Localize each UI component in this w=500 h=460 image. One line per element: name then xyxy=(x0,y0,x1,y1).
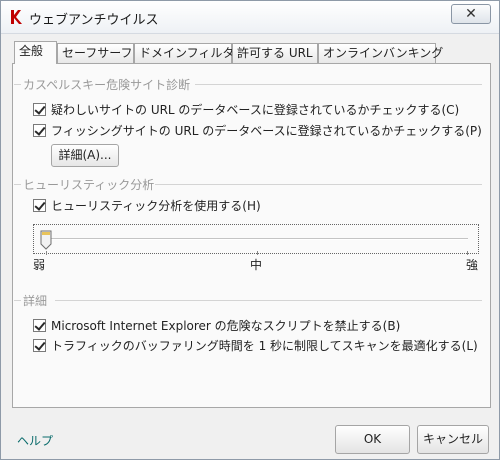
checkbox-label: Microsoft Internet Explorer の危険なスクリプトを禁止… xyxy=(51,318,401,333)
help-link[interactable]: ヘルプ xyxy=(17,432,53,449)
slider-label-low: 弱 xyxy=(33,258,46,272)
window-title: ウェブアンチウイルス xyxy=(29,13,159,28)
slider-tick xyxy=(467,251,468,255)
checkbox-checked[interactable] xyxy=(33,338,46,352)
checkbox-limit-buffering[interactable]: トラフィックのバッファリング時間を 1 秒に制限してスキャンを最適化する(L) xyxy=(33,337,478,353)
slider-thumb[interactable] xyxy=(40,230,52,250)
section-title-advanced: 詳細 xyxy=(23,294,48,308)
slider-label-medium: 中 xyxy=(250,258,263,272)
section-divider xyxy=(14,184,21,185)
checkbox-label: 疑わしいサイトの URL のデータベースに登録されているかチェックする(C) xyxy=(51,102,460,117)
checkbox-label: ヒューリスティック分析を使用する(H) xyxy=(51,198,261,213)
close-button[interactable]: ✕ xyxy=(451,4,491,24)
tab-domain-filter[interactable]: ドメインフィルター xyxy=(134,43,246,63)
kaspersky-logo-icon xyxy=(11,10,22,24)
tab-allowed-url[interactable]: 許可する URL xyxy=(232,43,318,63)
slider-track xyxy=(46,238,468,240)
section-divider xyxy=(14,300,21,301)
checkbox-suspicious-urls[interactable]: 疑わしいサイトの URL のデータベースに登録されているかチェックする(C) xyxy=(33,101,459,117)
slider-tick xyxy=(257,251,258,255)
checkbox-checked[interactable] xyxy=(33,102,46,116)
details-button[interactable]: 詳細(A)... xyxy=(51,144,119,167)
checkbox-phishing-urls[interactable]: フィッシングサイトの URL のデータベースに登録されているかチェックする(P) xyxy=(33,122,482,138)
checkbox-heuristic[interactable]: ヒューリスティック分析を使用する(H) xyxy=(33,197,261,213)
checkbox-label: トラフィックのバッファリング時間を 1 秒に制限してスキャンを最適化する(L) xyxy=(51,338,478,353)
ok-button[interactable]: OK xyxy=(335,425,410,454)
checkbox-label: フィッシングサイトの URL のデータベースに登録されているかチェックする(P) xyxy=(51,123,482,138)
section-divider xyxy=(55,300,482,301)
section-divider xyxy=(195,84,482,85)
section-title-heuristic: ヒューリスティック分析 xyxy=(23,178,155,192)
section-divider xyxy=(155,184,482,185)
section-divider xyxy=(14,84,21,85)
title-bar[interactable]: ウェブアンチウイルス ✕ xyxy=(1,1,499,34)
checkbox-checked[interactable] xyxy=(33,318,46,332)
dialog-footer: ヘルプ OK キャンセル xyxy=(1,408,499,459)
checkbox-block-ie-scripts[interactable]: Microsoft Internet Explorer の危険なスクリプトを禁止… xyxy=(33,317,400,333)
slider-tick xyxy=(46,251,47,255)
cancel-button[interactable]: キャンセル xyxy=(417,425,489,454)
heuristic-level-slider[interactable] xyxy=(33,224,479,255)
tab-general[interactable]: 全般 xyxy=(14,41,57,64)
tab-safe-surf[interactable]: セーフサーフ xyxy=(57,43,134,63)
dialog-window: ウェブアンチウイルス ✕ 全般 セーフサーフ ドメインフィルター 許可する UR… xyxy=(0,0,500,460)
checkbox-checked[interactable] xyxy=(33,198,46,212)
slider-label-high: 強 xyxy=(466,258,479,272)
tab-panel-general: カスペルスキー危険サイト診断 疑わしいサイトの URL のデータベースに登録され… xyxy=(12,63,491,408)
checkbox-checked[interactable] xyxy=(33,123,46,137)
section-title-phishing: カスペルスキー危険サイト診断 xyxy=(23,78,191,92)
tab-online-banking[interactable]: オンラインバンキング xyxy=(318,43,443,63)
